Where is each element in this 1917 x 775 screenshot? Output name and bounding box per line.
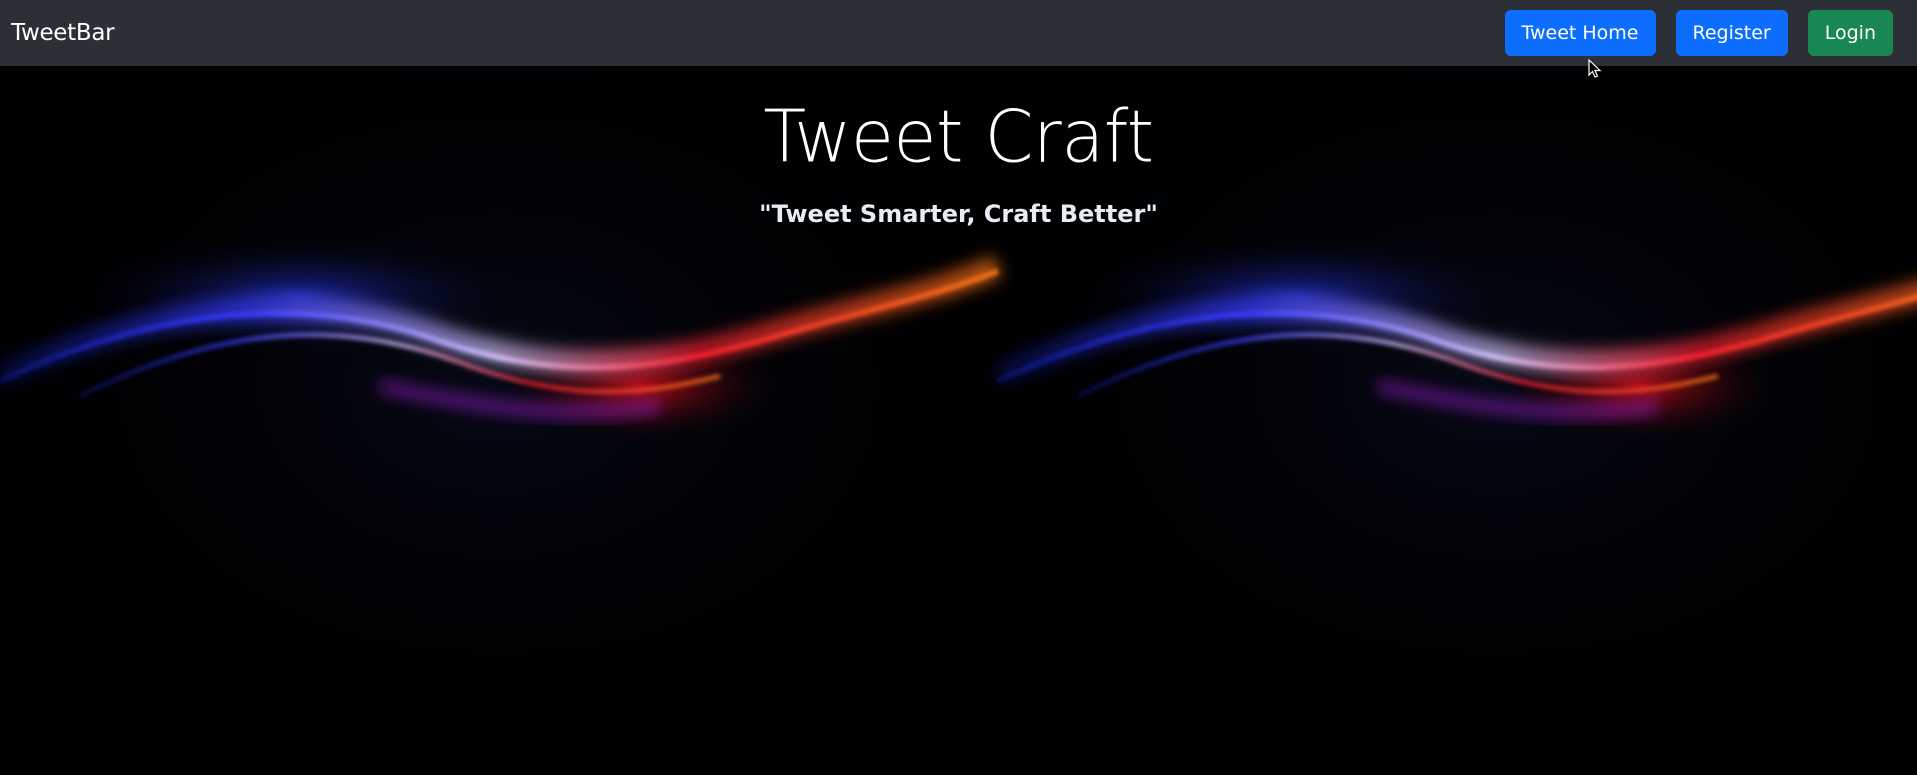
nav-actions: Tweet Home Register Login: [1504, 10, 1893, 56]
hero-section: Tweet Craft "Tweet Smarter, Craft Better…: [0, 66, 1917, 775]
hero-text-block: Tweet Craft "Tweet Smarter, Craft Better…: [0, 66, 1917, 228]
tweet-home-button[interactable]: Tweet Home: [1504, 10, 1656, 56]
brand-logo[interactable]: TweetBar: [11, 20, 115, 46]
hero-subtitle: "Tweet Smarter, Craft Better": [759, 200, 1158, 228]
mouse-pointer-icon: [1588, 59, 1602, 78]
hero-title: Tweet Craft: [763, 94, 1154, 180]
register-button[interactable]: Register: [1675, 10, 1788, 56]
login-button[interactable]: Login: [1807, 10, 1893, 56]
top-navbar: TweetBar Tweet Home Register Login: [0, 0, 1917, 66]
